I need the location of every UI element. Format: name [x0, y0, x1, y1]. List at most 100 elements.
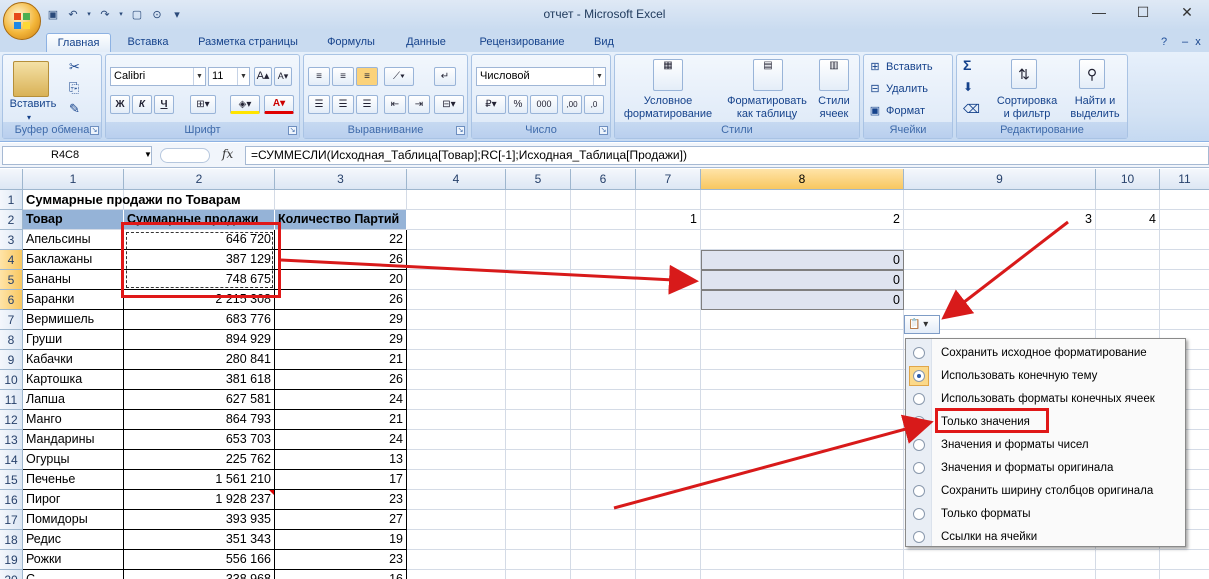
- row-header[interactable]: 15: [0, 470, 23, 490]
- cell[interactable]: [1160, 570, 1209, 579]
- percent-button[interactable]: %: [508, 95, 528, 114]
- cell[interactable]: [571, 550, 636, 570]
- cell[interactable]: [636, 190, 701, 210]
- thousands-button[interactable]: 000: [530, 95, 558, 114]
- paste-option-item[interactable]: Значения и форматы оригинала: [906, 457, 1185, 479]
- table-cell[interactable]: Рожки: [23, 550, 124, 570]
- grow-font-icon[interactable]: A▴: [254, 67, 272, 86]
- row-header[interactable]: 19: [0, 550, 23, 570]
- cell[interactable]: [636, 450, 701, 470]
- cell[interactable]: [407, 390, 506, 410]
- cell[interactable]: [407, 210, 506, 230]
- cell[interactable]: [571, 510, 636, 530]
- table-cell[interactable]: 20: [275, 270, 407, 290]
- cell[interactable]: [506, 290, 571, 310]
- help-icon[interactable]: ?: [1156, 33, 1172, 52]
- table-header-cell[interactable]: Количество Партий: [275, 210, 407, 230]
- cell[interactable]: [636, 530, 701, 550]
- cell[interactable]: [636, 270, 701, 290]
- cell[interactable]: [701, 550, 904, 570]
- cell[interactable]: [407, 350, 506, 370]
- cell[interactable]: [701, 430, 904, 450]
- row-header[interactable]: 8: [0, 330, 23, 350]
- table-cell[interactable]: Кабачки: [23, 350, 124, 370]
- paste-option-item[interactable]: Только значения: [906, 411, 1185, 433]
- cell[interactable]: [1160, 290, 1209, 310]
- cell[interactable]: [407, 530, 506, 550]
- increase-decimal-button[interactable]: ,00: [562, 95, 582, 114]
- cell[interactable]: [407, 470, 506, 490]
- row-header[interactable]: 20: [0, 570, 23, 579]
- column-header[interactable]: 8: [701, 169, 904, 190]
- align-left-icon[interactable]: ☰: [308, 95, 330, 114]
- radio-icon[interactable]: [913, 531, 925, 543]
- table-cell[interactable]: Вермишель: [23, 310, 124, 330]
- cell[interactable]: [1096, 190, 1160, 210]
- cell[interactable]: [636, 390, 701, 410]
- font-launcher-icon[interactable]: ↘: [288, 126, 297, 135]
- radio-icon[interactable]: [913, 508, 925, 520]
- column-header[interactable]: 2: [124, 169, 275, 190]
- table-cell[interactable]: Печенье: [23, 470, 124, 490]
- fill-color-icon[interactable]: ◈▾: [230, 95, 260, 114]
- table-cell[interactable]: 280 841: [124, 350, 275, 370]
- cell[interactable]: [571, 450, 636, 470]
- cell[interactable]: [407, 490, 506, 510]
- table-cell[interactable]: Мандарины: [23, 430, 124, 450]
- cell[interactable]: [571, 350, 636, 370]
- cell[interactable]: [506, 490, 571, 510]
- paste-button[interactable]: Вставить: [5, 98, 61, 110]
- cell[interactable]: [1160, 190, 1209, 210]
- cell[interactable]: [407, 190, 506, 210]
- tab-formulas[interactable]: Формулы: [316, 33, 386, 52]
- cell[interactable]: [701, 510, 904, 530]
- cell[interactable]: [275, 190, 407, 210]
- row-header[interactable]: 9: [0, 350, 23, 370]
- cell[interactable]: [407, 510, 506, 530]
- sort-filter-label2[interactable]: и фильтр: [991, 108, 1063, 120]
- align-center-icon[interactable]: ☰: [332, 95, 354, 114]
- column-header[interactable]: 1: [23, 169, 124, 190]
- table-cell[interactable]: 13: [275, 450, 407, 470]
- cell[interactable]: [636, 290, 701, 310]
- ribbon-minimize-icon[interactable]: –: [1180, 33, 1190, 52]
- table-cell[interactable]: Баклажаны: [23, 250, 124, 270]
- row-header[interactable]: 18: [0, 530, 23, 550]
- cell[interactable]: [1160, 210, 1209, 230]
- cell[interactable]: [506, 430, 571, 450]
- cell[interactable]: [1160, 550, 1209, 570]
- cell[interactable]: [571, 250, 636, 270]
- cell[interactable]: [1160, 270, 1209, 290]
- table-cell[interactable]: 387 129: [124, 250, 275, 270]
- index-cell[interactable]: 3: [904, 210, 1096, 230]
- table-cell[interactable]: 19: [275, 530, 407, 550]
- sort-filter-label1[interactable]: Сортировка: [991, 95, 1063, 107]
- sheet-title[interactable]: Суммарные продажи по Товарам: [23, 190, 273, 210]
- bold-button[interactable]: Ж: [110, 95, 130, 114]
- cell[interactable]: [506, 210, 571, 230]
- cell[interactable]: [636, 230, 701, 250]
- row-header[interactable]: 7: [0, 310, 23, 330]
- table-cell[interactable]: 1 928 237: [124, 490, 275, 510]
- paste-option-item[interactable]: Использовать конечную тему: [906, 365, 1185, 387]
- conditional-formatting-label2[interactable]: форматирование: [615, 108, 721, 120]
- cell[interactable]: [571, 470, 636, 490]
- currency-icon[interactable]: ₽▾: [476, 95, 506, 114]
- orientation-icon[interactable]: ⟋▾: [384, 67, 414, 86]
- cell[interactable]: [506, 270, 571, 290]
- table-cell[interactable]: 29: [275, 310, 407, 330]
- table-cell[interactable]: 24: [275, 390, 407, 410]
- row-header[interactable]: 6: [0, 290, 23, 310]
- table-cell[interactable]: 646 720: [124, 230, 275, 250]
- number-format-combo[interactable]: Числовой ▼: [476, 67, 606, 86]
- tab-home[interactable]: Главная: [46, 33, 111, 52]
- cell[interactable]: [571, 230, 636, 250]
- column-header[interactable]: 5: [506, 169, 571, 190]
- cell[interactable]: [506, 510, 571, 530]
- cell[interactable]: [506, 230, 571, 250]
- table-cell[interactable]: 683 776: [124, 310, 275, 330]
- cell[interactable]: [636, 470, 701, 490]
- cell[interactable]: [506, 410, 571, 430]
- cell[interactable]: [904, 190, 1096, 210]
- open-icon[interactable]: ⊙: [150, 8, 164, 22]
